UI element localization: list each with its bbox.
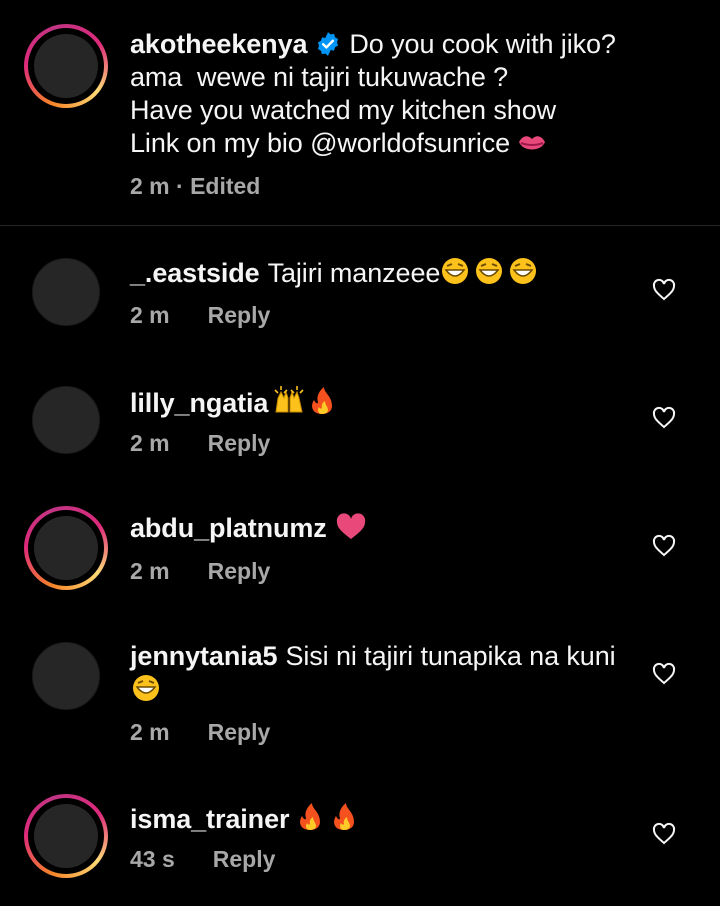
kiss-lips-icon bbox=[519, 136, 546, 150]
comment-text: abdu_platnumz bbox=[130, 512, 650, 545]
reply-button[interactable]: Reply bbox=[208, 302, 271, 328]
comment-username[interactable]: abdu_platnumz bbox=[130, 513, 327, 543]
reply-button[interactable]: Reply bbox=[208, 719, 271, 745]
comment-time: 43 s bbox=[130, 846, 175, 872]
grin-sweat-emoji-icon bbox=[133, 675, 159, 701]
like-heart-icon[interactable] bbox=[652, 406, 676, 430]
comment-meta: 2 m Reply bbox=[130, 558, 270, 585]
comment-username[interactable]: lilly_ngatia bbox=[130, 388, 268, 418]
fire-emoji-icon bbox=[300, 803, 355, 830]
comment-time: 2 m bbox=[130, 430, 170, 456]
comment-username[interactable]: isma_trainer bbox=[130, 804, 289, 834]
commenter-avatar[interactable] bbox=[24, 794, 108, 878]
comment-meta: 2 m Reply bbox=[130, 302, 270, 329]
comment-meta: 2 m Reply bbox=[130, 719, 270, 746]
caption-meta: 2 m · Edited bbox=[130, 173, 261, 199]
commenter-avatar[interactable] bbox=[24, 250, 108, 334]
comment-meta: 2 m Reply bbox=[130, 430, 270, 457]
comment-time: 2 m bbox=[130, 558, 170, 584]
reply-button[interactable]: Reply bbox=[213, 846, 276, 872]
comment-text: isma_trainer bbox=[130, 800, 650, 836]
comment-time: 2 m bbox=[130, 719, 170, 745]
caption-line-3: Have you watched my kitchen show bbox=[130, 95, 557, 125]
comment-text: _.eastside Tajiri manzeee bbox=[130, 256, 650, 290]
raised-hands-and-fire-icon bbox=[274, 386, 333, 414]
comment-meta: 43 s Reply bbox=[130, 846, 275, 873]
heart-emoji-icon bbox=[336, 513, 365, 539]
caption-line-4: Link on my bio @worldofsunrice bbox=[130, 128, 511, 158]
verified-badge-icon bbox=[318, 32, 339, 56]
caption-line-2: ama wewe ni tajiri tukuwache ? bbox=[130, 62, 509, 92]
like-heart-icon[interactable] bbox=[652, 534, 676, 558]
commenter-avatar[interactable] bbox=[24, 378, 108, 462]
commenter-avatar[interactable] bbox=[24, 634, 108, 718]
caption-line-1: Do you cook with jiko? bbox=[349, 29, 616, 59]
post-caption: akotheekenya Do you cook with jiko? ama w… bbox=[0, 0, 720, 226]
comment-body: Tajiri manzeee bbox=[267, 258, 441, 288]
reply-button[interactable]: Reply bbox=[208, 430, 271, 456]
like-heart-icon[interactable] bbox=[652, 822, 676, 846]
commenter-avatar[interactable] bbox=[24, 506, 108, 590]
grin-sweat-emoji-icon bbox=[442, 258, 537, 284]
comment-time: 2 m bbox=[130, 302, 170, 328]
comment-username[interactable]: _.eastside bbox=[130, 258, 260, 288]
comment-text: jennytania5 Sisi ni tajiri tunapika na ku… bbox=[130, 640, 630, 707]
like-heart-icon[interactable] bbox=[652, 278, 676, 302]
comment-body: Sisi ni tajiri tunapika na kuni bbox=[285, 641, 616, 671]
comment-text: lilly_ngatia bbox=[130, 384, 650, 420]
caption-text: akotheekenya Do you cook with jiko? ama w… bbox=[130, 28, 650, 160]
reply-button[interactable]: Reply bbox=[208, 558, 271, 584]
author-avatar[interactable] bbox=[24, 24, 108, 108]
like-heart-icon[interactable] bbox=[652, 662, 676, 686]
comment-username[interactable]: jennytania5 bbox=[130, 641, 278, 671]
author-username[interactable]: akotheekenya bbox=[130, 29, 308, 59]
